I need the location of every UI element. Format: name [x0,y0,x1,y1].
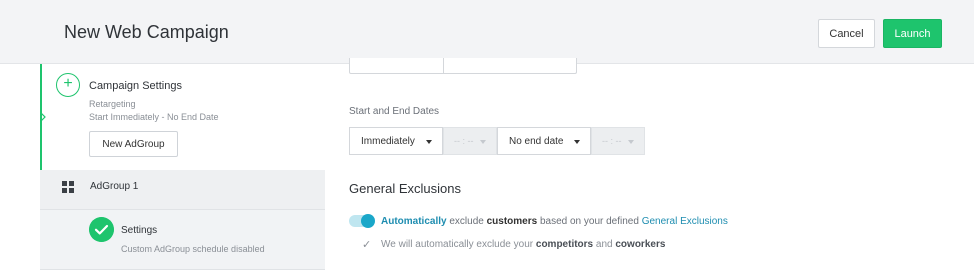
end-time-placeholder: -- : -- [602,136,622,146]
chevron-down-icon [426,140,432,144]
active-notch-icon [40,112,46,122]
start-date-value: Immediately [361,135,415,147]
exclude-text: exclude [446,216,487,227]
launch-button[interactable]: Launch [883,19,942,48]
new-adgroup-button[interactable]: New AdGroup [89,131,178,157]
auto-exclude-note: We will automatically exclude your compe… [381,239,665,250]
scrolled-field-group[interactable] [349,58,577,74]
automatically-text: Automatically [381,216,447,227]
campaign-type: Retargeting [89,99,136,109]
based-on-text: based on your defined [537,216,642,227]
campaign-schedule: Start Immediately - No End Date [89,112,219,122]
end-time-select: -- : -- [591,127,645,155]
plus-circle-icon: + [56,73,80,97]
sidebar-item-adgroup[interactable] [40,170,325,210]
end-date-value: No end date [509,135,564,147]
chevron-down-icon [480,140,486,144]
check-circle-icon [89,217,114,242]
and-text: and [593,239,616,250]
exclusions-description: Automatically exclude customers based on… [381,216,728,227]
general-exclusions-title: General Exclusions [349,181,461,196]
start-time-placeholder: -- : -- [454,136,474,146]
chevron-down-icon [574,140,580,144]
exclusions-toggle[interactable] [349,214,375,228]
campaign-settings-title: Campaign Settings [89,80,182,92]
field-divider [443,58,444,73]
coworkers-text: coworkers [615,239,666,250]
start-end-dates-label: Start and End Dates [349,106,440,117]
settings-title: Settings [121,225,158,236]
auto-exclude-text: We will automatically exclude your [381,239,536,250]
cancel-button[interactable]: Cancel [818,19,875,48]
start-time-select: -- : -- [443,127,497,155]
page-title: New Web Campaign [64,22,229,42]
start-date-select[interactable]: Immediately [349,127,443,155]
adgroup-label: AdGroup 1 [90,181,139,192]
customers-text: customers [486,216,538,227]
settings-subtitle: Custom AdGroup schedule disabled [121,244,265,254]
toggle-knob [361,214,375,228]
chevron-down-icon [628,140,634,144]
sidebar-item-settings[interactable] [40,210,325,270]
end-date-select[interactable]: No end date [497,127,591,155]
checkmark-icon: ✓ [362,239,372,251]
general-exclusions-link[interactable]: General Exclusions [642,216,728,227]
grid-icon [62,181,74,193]
competitors-text: competitors [535,239,594,250]
